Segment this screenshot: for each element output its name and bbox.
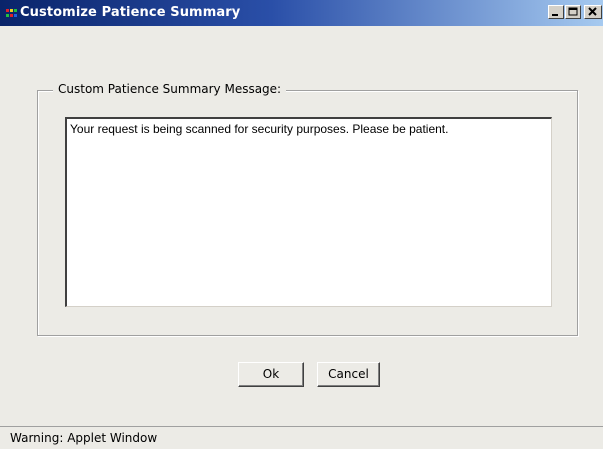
cancel-button[interactable]: Cancel	[317, 362, 380, 387]
custom-message-legend: Custom Patience Summary Message:	[53, 82, 287, 96]
maximize-button[interactable]	[565, 5, 581, 19]
ok-button[interactable]: Ok	[238, 362, 304, 387]
applet-icon	[6, 7, 19, 19]
close-icon	[588, 7, 597, 16]
applet-warning-text: Warning: Applet Window	[10, 431, 158, 445]
status-bar: Warning: Applet Window	[0, 426, 603, 449]
customize-patience-summary-window: Customize Patience Summary Custom Patien…	[0, 0, 603, 449]
title-bar[interactable]: Customize Patience Summary	[0, 0, 603, 26]
window-title: Customize Patience Summary	[20, 5, 241, 20]
patience-summary-message-field[interactable]: Your request is being scanned for securi…	[65, 117, 552, 307]
minimize-icon	[552, 14, 558, 16]
maximize-icon	[568, 7, 578, 16]
minimize-button[interactable]	[548, 5, 564, 19]
close-button[interactable]	[584, 5, 602, 19]
